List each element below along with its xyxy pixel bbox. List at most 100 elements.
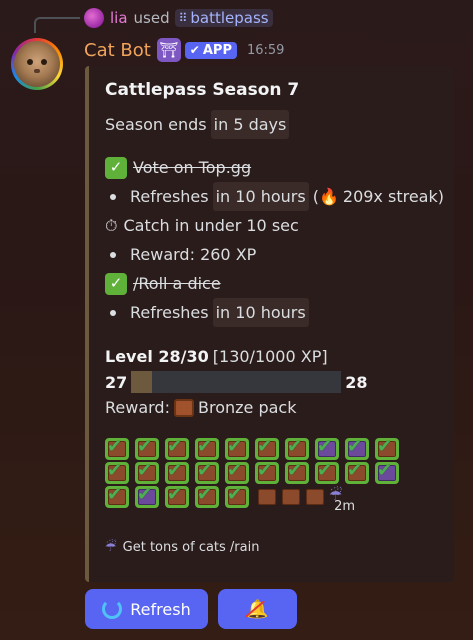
claimed-pack-icon: ✔: [135, 460, 159, 484]
claimed-pack-icon: ✔: [135, 436, 159, 460]
claimed-pack-icon: ✔: [105, 436, 129, 460]
embed-footer: ☔ Get tons of cats /rain: [105, 540, 259, 555]
claimed-pack-icon: ✔: [375, 436, 399, 460]
reply-connector: [34, 17, 80, 33]
season-label: Season ends: [105, 115, 207, 134]
refresh-value: in 10 hours: [212, 182, 309, 211]
umbrella-rain-icon: ☔: [105, 540, 117, 555]
bullet-icon: [110, 309, 116, 316]
reward-grid-row: ✔ ✔ ✔ ✔ ✔ ☔ 2m: [105, 484, 438, 514]
author-name[interactable]: Cat Bot: [84, 40, 151, 61]
quest-roll: ✓ /Roll a dice: [105, 269, 438, 298]
verified-check-icon: ✔: [189, 43, 200, 57]
claimed-pack-icon: ✔: [225, 460, 249, 484]
quest-vote-title: Vote on Top.gg: [133, 158, 252, 177]
progress-segment: [299, 371, 321, 393]
claimed-pack-icon: ✔: [225, 484, 249, 508]
unclaimed-pack-icon: [303, 486, 327, 508]
claimed-pack-icon: ✔: [315, 460, 339, 484]
unclaimed-pack-icon: [255, 486, 279, 508]
quest-roll-refresh: Refreshes in 10 hours: [105, 298, 438, 327]
level-label: Level 28/30: [105, 347, 209, 366]
refresh-value: in 10 hours: [212, 298, 309, 327]
bronze-pack-icon: [173, 399, 194, 417]
progress-segment: [278, 371, 300, 393]
claimed-pack-icon: ✔: [315, 436, 339, 460]
role-icon[interactable]: ⛩: [156, 38, 181, 62]
message-header: Cat Bot ⛩ ✔ APP 16:59: [84, 38, 284, 62]
level-reward: Reward: Bronze pack: [105, 395, 438, 421]
progress-segment: [257, 371, 279, 393]
slash-command-icon: ⠿: [178, 11, 188, 25]
bullet-icon: [110, 193, 116, 200]
refresh-label: Refreshes: [130, 187, 209, 206]
claimed-pack-icon: ✔: [255, 436, 279, 460]
season-value: in 5 days: [210, 110, 290, 139]
quest-catch-reward: Reward: 260 XP: [105, 240, 438, 269]
claimed-pack-icon: ✔: [195, 436, 219, 460]
check-mark-icon: ✓: [105, 156, 127, 179]
footer-text: Get tons of cats /rain: [122, 540, 260, 555]
level-xp: [130/1000 XP]: [212, 347, 328, 366]
claimed-pack-icon: ✔: [195, 484, 219, 508]
level-progress: 27 28: [105, 369, 438, 395]
reward-label: Reward:: [105, 398, 170, 417]
quest-vote: ✓ Vote on Top.gg: [105, 153, 438, 182]
quest-roll-title: /Roll a dice: [133, 274, 221, 293]
claimed-pack-icon: ✔: [375, 460, 399, 484]
reply-avatar[interactable]: [84, 8, 104, 28]
stopwatch-icon: ⏱: [105, 216, 118, 235]
claimed-pack-icon: ✔: [285, 436, 309, 460]
fire-icon: 🔥: [318, 187, 339, 206]
streak-text: 209x streak): [342, 187, 444, 206]
rain-timer: ☔ 2m: [327, 486, 355, 514]
claimed-pack-icon: ✔: [105, 484, 129, 508]
claimed-pack-icon: ✔: [285, 460, 309, 484]
reward-grid-row: ✔ ✔ ✔ ✔ ✔ ✔ ✔ ✔ ✔ ✔: [105, 460, 438, 484]
claimed-pack-icon: ✔: [105, 460, 129, 484]
claimed-pack-icon: ✔: [165, 460, 189, 484]
bot-avatar[interactable]: [11, 38, 63, 90]
claimed-pack-icon: ✔: [135, 484, 159, 508]
reply-username[interactable]: lia: [110, 9, 128, 27]
app-badge: ✔ APP: [184, 41, 237, 59]
progress-segment: [131, 371, 153, 393]
reward-value: Bronze pack: [197, 398, 297, 417]
level-current: 27: [105, 372, 128, 392]
progress-segment: [236, 371, 258, 393]
reply-command-name: battlepass: [190, 9, 269, 27]
claimed-pack-icon: ✔: [255, 460, 279, 484]
reply-context[interactable]: lia used ⠿ battlepass: [84, 7, 273, 29]
claimed-pack-icon: ✔: [345, 460, 369, 484]
check-mark-icon: ✓: [105, 272, 127, 295]
quest-vote-refresh: Refreshes in 10 hours ( 🔥 209x streak): [105, 182, 444, 211]
bullet-icon: [110, 251, 116, 258]
timer-label: 2m: [334, 498, 355, 514]
embed-title: Cattlepass Season 7: [105, 80, 300, 100]
refresh-icon: [102, 599, 123, 619]
level-next: 28: [345, 372, 368, 392]
quest-catch: ⏱ Catch in under 10 sec: [105, 211, 438, 240]
refresh-button[interactable]: Refresh: [85, 589, 208, 629]
notification-off-button[interactable]: 🔔: [218, 589, 297, 629]
progress-segment: [173, 371, 195, 393]
refresh-button-label: Refresh: [130, 599, 191, 619]
progress-bar: [131, 371, 342, 393]
battlepass-embed: Cattlepass Season 7 Season ends in 5 day…: [85, 66, 454, 582]
reply-command[interactable]: ⠿ battlepass: [174, 9, 273, 27]
claimed-pack-icon: ✔: [165, 436, 189, 460]
season-end-line: Season ends in 5 days: [105, 110, 438, 139]
unclaimed-pack-icon: [279, 486, 303, 508]
quest-catch-title: Catch in under 10 sec: [123, 216, 299, 235]
message-timestamp[interactable]: 16:59: [247, 43, 284, 58]
progress-segment: [215, 371, 237, 393]
reward-grid-row: ✔ ✔ ✔ ✔ ✔ ✔ ✔ ✔ ✔ ✔: [105, 436, 438, 460]
progress-segment: [194, 371, 216, 393]
app-badge-label: APP: [202, 42, 232, 58]
progress-segment: [152, 371, 174, 393]
quest-catch-reward-text: Reward: 260 XP: [130, 245, 257, 264]
claimed-pack-icon: ✔: [195, 460, 219, 484]
cat-face-icon: [14, 41, 60, 87]
progress-segment: [320, 371, 342, 393]
bell-off-icon: 🔔: [246, 598, 269, 620]
